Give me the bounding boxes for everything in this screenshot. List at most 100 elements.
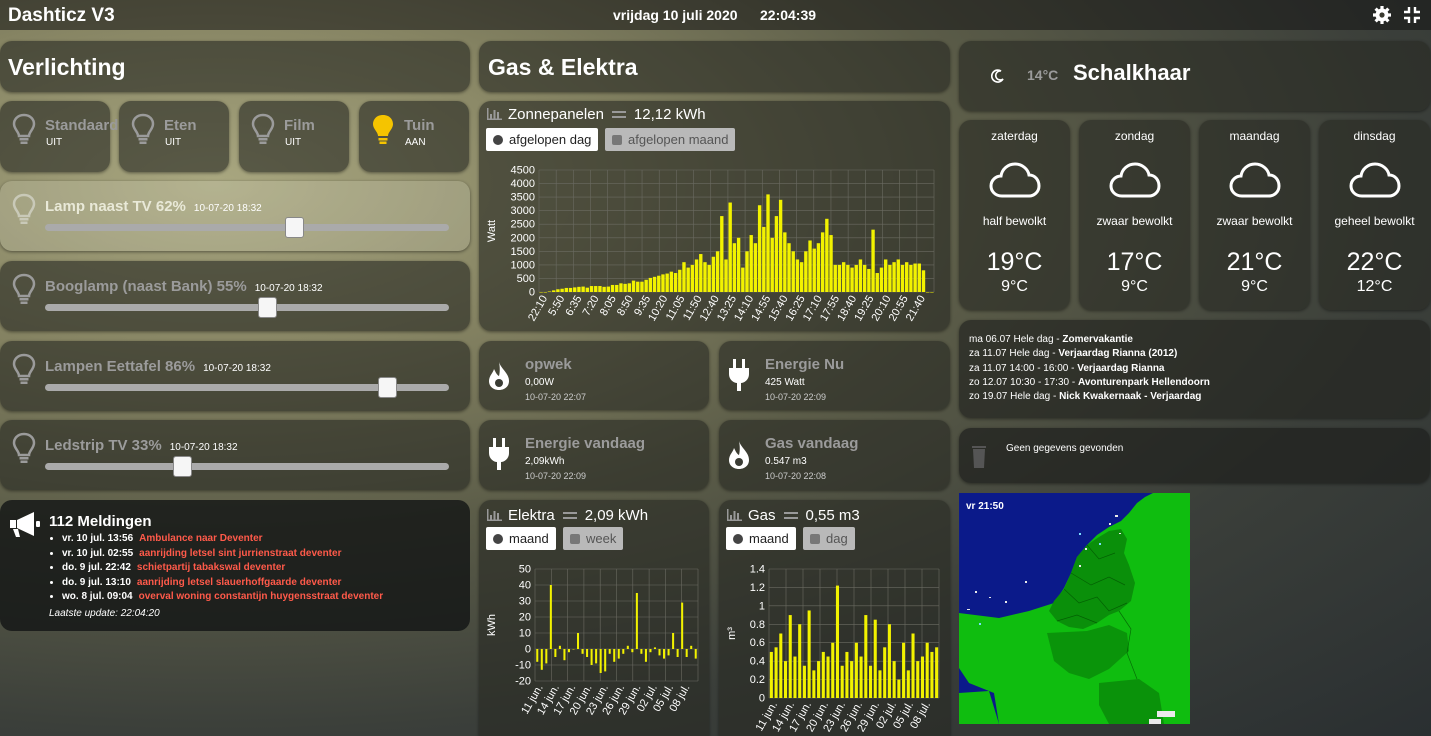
bar	[635, 593, 638, 649]
forecast-description: zwaar bewolkt	[1216, 214, 1293, 228]
radar-map-image	[959, 493, 1190, 724]
slider-handle[interactable]	[284, 217, 304, 238]
device-value: 0.547 m3	[765, 456, 807, 467]
bar	[653, 647, 657, 649]
list-item[interactable]: za 11.07 Hele dag - Verjaardag Rianna (2…	[969, 347, 1210, 361]
dimmer-label: Booglamp (naast Bank) 55%	[45, 278, 247, 295]
bar	[749, 235, 753, 292]
forecast-description: geheel bewolkt	[1334, 214, 1415, 228]
switch-eten[interactable]: Eten UIT	[119, 101, 229, 172]
y-tick-label: 3500	[511, 192, 535, 204]
list-item[interactable]: do. 9 jul. 13:10 aanrijding letsel slauer…	[62, 576, 383, 591]
slider-handle[interactable]	[377, 377, 397, 398]
bar	[598, 286, 602, 292]
compress-icon[interactable]	[1402, 5, 1422, 25]
flame-icon	[489, 362, 509, 390]
cloud-icon	[1349, 162, 1401, 198]
bar	[707, 264, 711, 292]
clock-icon	[493, 534, 503, 544]
agenda-what: Avonturenpark Hellendoorn	[1077, 376, 1210, 388]
bar	[576, 633, 580, 649]
bar	[732, 243, 737, 292]
bar	[669, 271, 674, 292]
list-item[interactable]: vr. 10 jul. 13:56 Ambulance naar Deventer	[62, 532, 383, 547]
bar	[825, 218, 829, 292]
bar	[766, 194, 770, 292]
bar	[909, 264, 913, 292]
list-item[interactable]: zo 19.07 Hele dag - Nick Kwakernaak - Ve…	[969, 390, 1210, 404]
bar-chart-icon	[487, 108, 502, 120]
device-time: 10-07-20 22:08	[765, 471, 827, 481]
calendar-icon	[612, 135, 622, 145]
agenda-when: ma 06.07 Hele dag -	[969, 334, 1063, 345]
switch-tuin[interactable]: Tuin AAN	[359, 101, 469, 172]
calendar-icon	[810, 534, 820, 544]
range-button-month[interactable]: maand	[486, 527, 556, 550]
elektra-chart: -20-100102030405011 jun.14 jun.17 jun.20…	[486, 564, 699, 717]
bar	[631, 649, 634, 653]
button-label: dag	[826, 531, 848, 546]
bar	[690, 645, 693, 649]
list-item[interactable]: zo 12.07 10:30 - 17:30 - Avonturenpark H…	[969, 376, 1210, 390]
range-button-day[interactable]: dag	[803, 527, 855, 550]
bar	[694, 259, 699, 292]
list-item[interactable]: ma 06.07 Hele dag - Zomervakantie	[969, 333, 1210, 347]
device-title: opwek	[525, 356, 572, 373]
lighting-header: Verlichting	[0, 41, 470, 92]
slider-handle[interactable]	[172, 456, 192, 477]
y-tick-label: 2500	[511, 219, 535, 231]
bar	[615, 284, 619, 292]
switch-standaard[interactable]: Standaard UIT	[0, 101, 118, 172]
slider-handle[interactable]	[257, 297, 277, 318]
bar	[769, 651, 773, 698]
y-tick-label: 0.8	[750, 619, 765, 631]
bar	[745, 251, 749, 292]
bar	[900, 264, 905, 292]
dimmer-slider[interactable]	[45, 377, 449, 398]
bar	[778, 199, 783, 292]
forecast-high: 19°C	[986, 248, 1043, 276]
device-opwek[interactable]: opwek 0,00W 10-07-20 22:07	[479, 341, 709, 410]
bar	[821, 651, 825, 698]
bar	[826, 656, 830, 698]
switch-state: UIT	[285, 137, 302, 148]
list-item[interactable]: do. 9 jul. 22:42 schietpartij tabakswal d…	[62, 561, 383, 576]
agenda-when: za 11.07 14:00 - 16:00 -	[969, 362, 1078, 374]
news-date: vr. 10 jul. 13:56	[62, 533, 134, 544]
news-text: Ambulance naar Deventer	[139, 533, 263, 544]
device-energie-nu[interactable]: Energie Nu 425 Watt 10-07-20 22:09	[719, 341, 950, 410]
dimmer-slider[interactable]	[45, 217, 449, 238]
radar-time: vr 21:50	[966, 501, 1004, 512]
bar	[930, 651, 934, 698]
bar	[694, 649, 697, 659]
bar	[930, 292, 934, 293]
bar	[868, 665, 873, 698]
y-tick-label: 0	[525, 644, 531, 656]
forecast-day-name: zondag	[1114, 129, 1155, 143]
bar	[812, 670, 816, 698]
dimmer-label: Lampen Eettafel 86%	[45, 358, 196, 375]
list-item[interactable]: wo. 8 jul. 09:04 overval woning constanti…	[62, 590, 383, 605]
device-gas-vandaag[interactable]: Gas vandaag 0.547 m3 10-07-20 22:08	[719, 420, 950, 490]
y-tick-label: 1.4	[750, 564, 765, 576]
x-tick-label: 7:20	[581, 294, 602, 319]
range-button-month[interactable]: afgelopen maand	[605, 128, 736, 151]
dimmer-slider[interactable]	[45, 297, 449, 318]
device-title: Energie vandaag	[525, 435, 646, 452]
range-button-day[interactable]: afgelopen dag	[486, 128, 599, 151]
dimmer-slider[interactable]	[45, 456, 449, 477]
range-button-month[interactable]: maand	[726, 527, 796, 550]
range-button-week[interactable]: week	[563, 527, 624, 550]
list-item[interactable]: za 11.07 14:00 - 16:00 - Verjaardag Rian…	[969, 362, 1210, 376]
bar	[906, 670, 910, 698]
bar	[854, 642, 858, 698]
rain-radar-map[interactable]: vr 21:50	[959, 493, 1190, 724]
device-energie-vandaag[interactable]: Energie vandaag 2,09kWh 10-07-20 22:09	[479, 420, 709, 490]
bar	[682, 262, 686, 292]
bar	[820, 232, 825, 292]
bar	[925, 642, 929, 698]
gear-icon[interactable]	[1372, 5, 1392, 25]
bar	[897, 679, 901, 698]
list-item[interactable]: vr. 10 jul. 02:55 aanrijding letsel sint …	[62, 547, 383, 562]
switch-film[interactable]: Film UIT	[239, 101, 349, 172]
